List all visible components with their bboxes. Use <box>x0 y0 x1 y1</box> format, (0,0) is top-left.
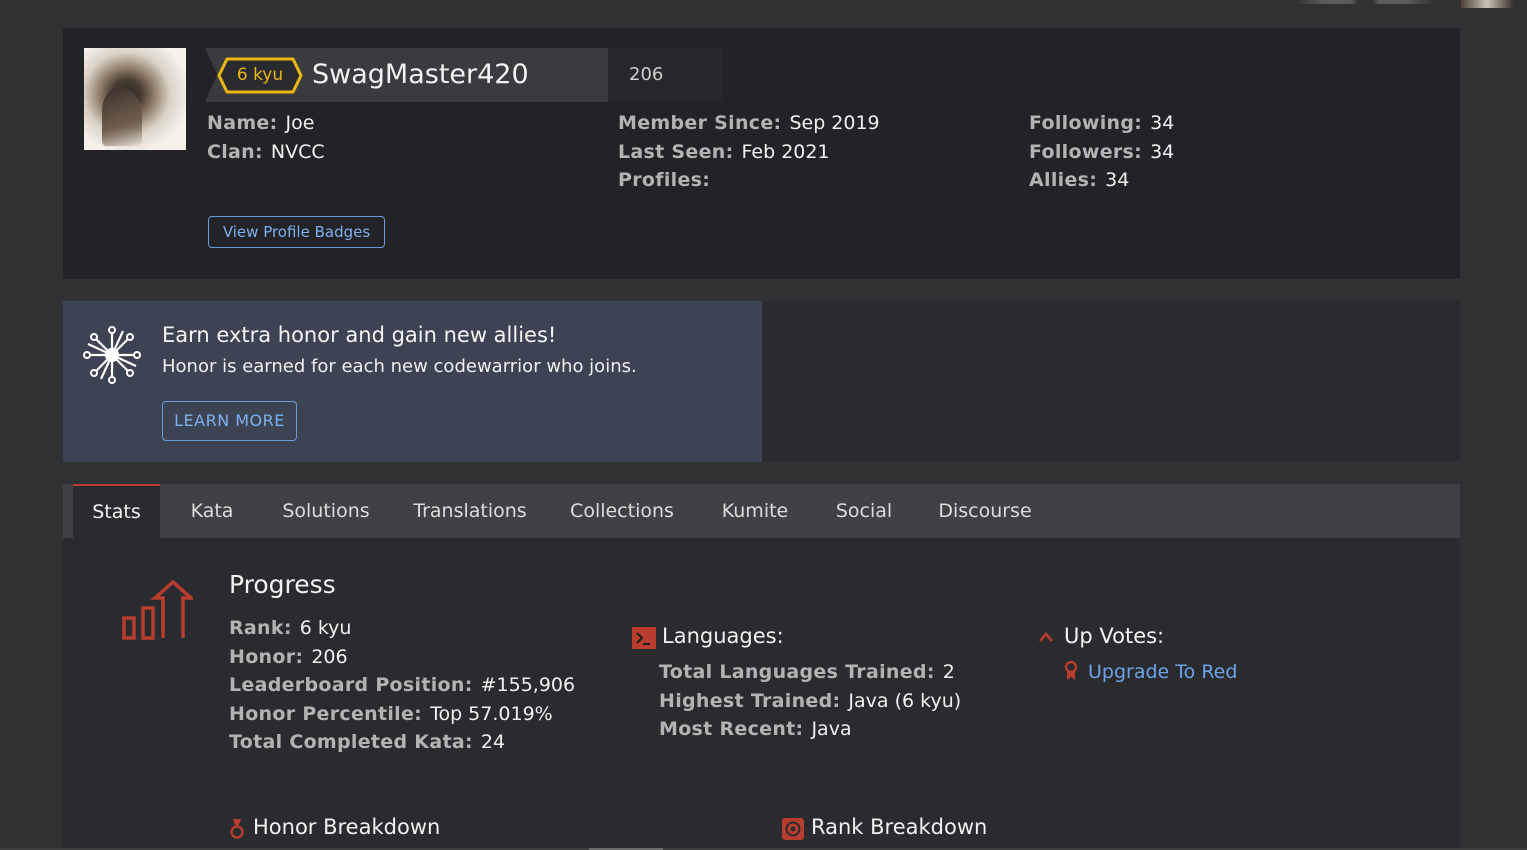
tab-collections[interactable]: Collections <box>561 484 683 538</box>
stat-rank: Rank: 6 kyu <box>229 617 352 639</box>
tab-stats[interactable]: Stats <box>73 484 160 538</box>
promo-subtitle: Honor is earned for each new codewarrior… <box>162 356 637 377</box>
profile-info-col1: Name: Joe Clan: NVCC <box>207 109 325 166</box>
username: SwagMaster420 <box>312 59 529 90</box>
stat-completed-kata: Total Completed Kata: 24 <box>229 731 506 753</box>
promo-side-panel <box>762 301 1460 462</box>
info-row-member-since: Member Since: Sep 2019 <box>618 112 880 134</box>
progress-chart-icon <box>122 580 193 640</box>
stats-panel: Progress Rank: 6 kyu Honor: 206 Leaderboar… <box>63 538 1460 850</box>
profile-avatar <box>84 48 186 150</box>
view-profile-badges-button[interactable]: View Profile Badges <box>208 216 385 248</box>
languages-title: Languages: <box>662 624 784 648</box>
terminal-icon <box>632 627 656 649</box>
progress-list: Rank: 6 kyu Honor: 206 Leaderboard Positio… <box>229 614 575 757</box>
honor-breakdown-title: Honor Breakdown <box>253 815 441 839</box>
languages-list: Total Languages Trained: 2 Highest Traine… <box>659 658 961 744</box>
rank-badge-label: 6 kyu <box>236 65 284 85</box>
tab-translations[interactable]: Translations <box>406 484 534 538</box>
stat-most-recent: Most Recent: Java <box>659 718 852 740</box>
info-row-clan: Clan: NVCC <box>207 140 325 163</box>
network-burst-icon <box>83 326 141 384</box>
profile-info-col2: Member Since: Sep 2019 Last Seen: Feb 2021… <box>618 109 880 195</box>
award-ribbon-icon <box>1064 661 1078 680</box>
target-icon <box>782 818 804 840</box>
info-row-profiles: Profiles: <box>618 169 711 191</box>
tab-discourse[interactable]: Discourse <box>929 484 1041 538</box>
stat-honor: Honor: 206 <box>229 645 348 668</box>
top-nav-avatar[interactable] <box>1461 0 1513 8</box>
info-row-name: Name: Joe <box>207 112 315 134</box>
info-row-followers[interactable]: Followers: 34 <box>1029 138 1174 167</box>
tab-social[interactable]: Social <box>826 484 902 538</box>
profile-info-col3: Following: 34 Followers: 34 Allies: 34 <box>1029 109 1174 195</box>
stat-languages-trained: Total Languages Trained: 2 <box>659 661 955 683</box>
medal-icon <box>230 819 244 839</box>
tab-solutions[interactable]: Solutions <box>273 484 379 538</box>
progress-title: Progress <box>229 570 336 599</box>
stat-highest-trained: Highest Trained: Java (6 kyu) <box>659 689 962 712</box>
upgrade-to-red-link[interactable]: Upgrade To Red <box>1088 658 1237 687</box>
rank-badge: 6 kyu <box>217 57 303 94</box>
rank-breakdown-title: Rank Breakdown <box>811 815 988 839</box>
referral-promo: Earn extra honor and gain new allies! Ho… <box>63 301 762 462</box>
profile-header: 6 kyu SwagMaster420 206 Name: Joe Clan: NV… <box>63 28 1460 279</box>
stat-leaderboard: Leaderboard Position: #155,906 <box>229 674 576 696</box>
tab-kumite[interactable]: Kumite <box>710 484 800 538</box>
info-row-last-seen: Last Seen: Feb 2021 <box>618 140 830 163</box>
upvotes-title: Up Votes: <box>1064 624 1165 648</box>
stat-percentile: Honor Percentile: Top 57.019% <box>229 702 553 725</box>
top-nav-fragment <box>1295 0 1435 4</box>
honor-count: 206 <box>629 64 664 85</box>
chevron-up-icon <box>1039 632 1053 642</box>
profile-tabs: Stats Kata Solutions Translations Collec… <box>63 484 1460 538</box>
info-row-following[interactable]: Following: 34 <box>1029 109 1174 138</box>
learn-more-button[interactable]: LEARN MORE <box>162 401 297 441</box>
promo-title: Earn extra honor and gain new allies! <box>162 323 557 347</box>
info-row-allies[interactable]: Allies: 34 <box>1029 166 1174 195</box>
tab-kata[interactable]: Kata <box>174 484 250 538</box>
